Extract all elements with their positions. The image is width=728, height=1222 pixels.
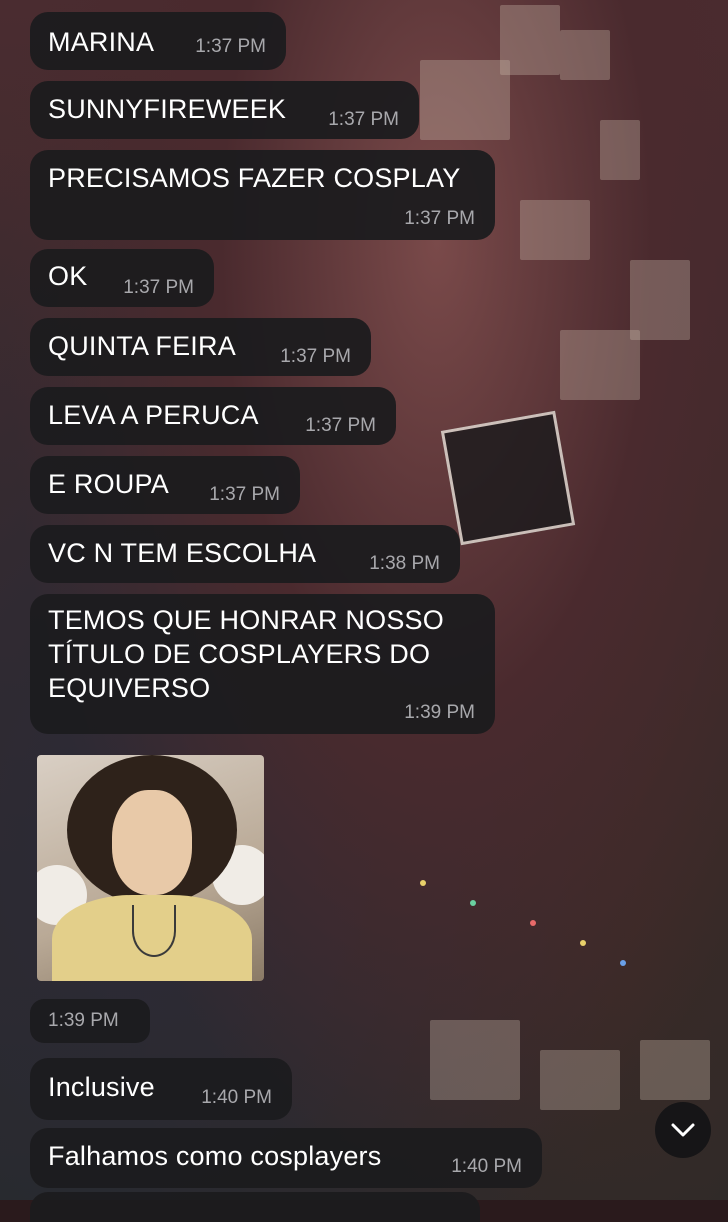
message-text: Falhamos como cosplayers (48, 1141, 382, 1171)
message-time: 1:40 PM (201, 1087, 272, 1108)
message-time: 1:39 PM (404, 702, 475, 723)
photo-timestamp: 1:39 PM (30, 999, 150, 1043)
message-bubble[interactable]: LEVA A PERUCA 1:37 PM (30, 387, 396, 445)
message-bubble[interactable]: QUINTA FEIRA 1:37 PM (30, 318, 371, 376)
message-bubble[interactable]: OK 1:37 PM (30, 249, 214, 307)
message-time: 1:37 PM (305, 415, 376, 436)
message-text: MARINA (48, 27, 155, 57)
photo-message[interactable] (37, 755, 264, 981)
message-text: E ROUPA (48, 469, 169, 499)
message-time: 1:37 PM (328, 109, 399, 130)
message-time: 1:37 PM (404, 208, 475, 229)
message-text: TEMOS QUE HONRAR NOSSO TÍTULO DE COSPLAY… (48, 605, 444, 703)
message-text: Inclusive (48, 1072, 155, 1102)
message-bubble[interactable] (30, 1192, 480, 1222)
message-time: 1:37 PM (280, 346, 351, 367)
message-bubble[interactable]: E ROUPA 1:37 PM (30, 456, 300, 514)
chevron-down-icon (671, 1123, 695, 1137)
message-time: 1:37 PM (123, 277, 194, 298)
message-text: LEVA A PERUCA (48, 400, 259, 430)
message-time: 1:37 PM (195, 36, 266, 57)
message-text: QUINTA FEIRA (48, 331, 236, 361)
message-text: OK (48, 261, 88, 291)
message-text: VC N TEM ESCOLHA (48, 538, 317, 568)
message-time: 1:38 PM (369, 553, 440, 574)
message-time: 1:39 PM (48, 1010, 119, 1031)
message-text: SUNNYFIREWEEK (48, 94, 287, 124)
scroll-to-bottom-button[interactable] (655, 1102, 711, 1158)
message-bubble[interactable]: PRECISAMOS FAZER COSPLAY 1:37 PM (30, 150, 495, 240)
message-bubble[interactable]: Falhamos como cosplayers 1:40 PM (30, 1128, 542, 1188)
message-text: PRECISAMOS FAZER COSPLAY (48, 163, 461, 193)
message-bubble[interactable]: SUNNYFIREWEEK 1:37 PM (30, 81, 419, 139)
message-bubble[interactable]: Inclusive 1:40 PM (30, 1058, 292, 1120)
message-time: 1:37 PM (209, 484, 280, 505)
message-bubble[interactable]: MARINA 1:37 PM (30, 12, 286, 70)
chat-thread: MARINA 1:37 PM SUNNYFIREWEEK 1:37 PM PRE… (0, 0, 728, 1222)
message-bubble[interactable]: TEMOS QUE HONRAR NOSSO TÍTULO DE COSPLAY… (30, 594, 495, 734)
message-bubble[interactable]: VC N TEM ESCOLHA 1:38 PM (30, 525, 460, 583)
message-time: 1:40 PM (451, 1156, 522, 1177)
